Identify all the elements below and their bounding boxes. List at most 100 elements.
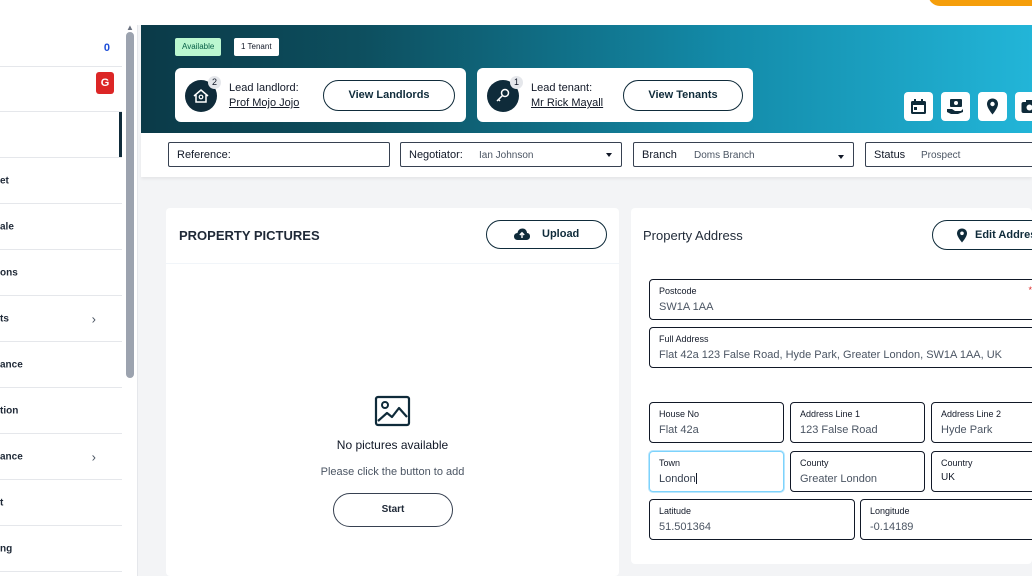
postcode-value: SW1A 1AA — [659, 301, 714, 313]
lead-tenant-card: 1 Lead tenant: Mr Rick Mayall View Tenan… — [477, 68, 753, 122]
sidebar-count-badge: 0 — [103, 42, 110, 54]
sidebar-item-label: ng — [0, 543, 13, 554]
property-pictures-card: PROPERTY PICTURES Upload No pictures ava… — [166, 208, 619, 576]
negotiator-value: Ian Johnson — [479, 150, 534, 161]
chevron-right-icon: › — [91, 311, 96, 326]
pictures-card-header: PROPERTY PICTURES Upload — [166, 208, 619, 264]
sidebar-item-11[interactable]: ng — [0, 526, 122, 572]
latitude-value: 51.501364 — [659, 521, 711, 533]
photos-button[interactable] — [1015, 92, 1032, 121]
upload-button[interactable]: Upload — [486, 220, 607, 249]
tenant-role-label: Lead tenant: — [531, 82, 593, 94]
map-pin-icon — [987, 98, 998, 115]
landlord-name-link[interactable]: Prof Mojo Jojo — [229, 97, 299, 109]
full-address-field[interactable]: Full Address Flat 42a 123 False Road, Hy… — [649, 327, 1032, 368]
sidebar-item-7[interactable]: ance — [0, 342, 122, 388]
full-address-value: Flat 42a 123 False Road, Hyde Park, Grea… — [659, 349, 1003, 361]
top-action-button[interactable] — [928, 0, 1032, 6]
status-badge: Available — [175, 38, 222, 56]
image-placeholder-icon — [374, 395, 411, 427]
latitude-field[interactable]: Latitude 51.501364 — [649, 499, 855, 540]
pictures-title: PROPERTY PICTURES — [179, 228, 320, 243]
calendar-icon — [911, 99, 926, 114]
sidebar-item-label: t — [0, 497, 4, 508]
tenant-name-link[interactable]: Mr Rick Mayall — [531, 97, 603, 109]
negotiator-label: Negotiator: — [409, 149, 463, 161]
sidebar-item-6[interactable]: ts › — [0, 296, 122, 342]
sidebar-item-8[interactable]: tion — [0, 388, 122, 434]
postcode-label: Postcode — [659, 286, 697, 296]
country-value: UK — [941, 472, 955, 483]
scroll-up-arrow-icon[interactable]: ▲ — [126, 24, 134, 32]
edit-address-button[interactable]: Edit Address — [932, 220, 1032, 250]
sidebar-item-label: ance — [0, 451, 23, 462]
country-select[interactable]: Country UK — [931, 451, 1032, 492]
town-field[interactable]: Town London — [649, 451, 784, 492]
sidebar-item-5[interactable]: ons — [0, 250, 122, 296]
sidebar-item-4[interactable]: ale — [0, 204, 122, 250]
county-value: Greater London — [800, 473, 878, 485]
branch-select[interactable]: Branch Doms Branch — [633, 142, 854, 167]
money-hand-icon — [947, 99, 963, 114]
negotiator-select[interactable]: Negotiator: Ian Johnson — [400, 142, 622, 167]
top-bar — [0, 0, 1032, 25]
county-field[interactable]: County Greater London — [790, 451, 925, 492]
calendar-button[interactable] — [904, 92, 933, 121]
app-root: 0 G et ale ons ts › ance tion ance › t n… — [0, 0, 1032, 576]
address-line1-field[interactable]: Address Line 1 123 False Road — [790, 402, 925, 443]
house-no-value: Flat 42a — [659, 424, 699, 436]
longitude-label: Longitude — [870, 506, 910, 516]
address-title: Property Address — [643, 228, 743, 243]
sidebar-item-label: ts — [0, 313, 9, 324]
finance-button[interactable] — [941, 92, 970, 121]
view-landlords-button[interactable]: View Landlords — [323, 80, 455, 111]
no-pictures-subtitle: Please click the button to add — [320, 466, 465, 478]
county-label: County — [800, 458, 829, 468]
sidebar-item-9[interactable]: ance › — [0, 434, 122, 480]
postcode-field[interactable]: Postcode * SW1A 1AA — [649, 279, 1032, 320]
landlord-count: 2 — [208, 76, 221, 89]
country-label: Country — [941, 458, 973, 468]
house-no-field[interactable]: House No Flat 42a — [649, 402, 784, 443]
filter-bar: Reference: Negotiator: Ian Johnson Branc… — [141, 133, 1032, 177]
status-value: Prospect — [921, 150, 961, 161]
status-label: Status — [874, 149, 906, 161]
sidebar-scrollbar[interactable] — [126, 32, 134, 378]
sidebar-item-label: ance — [0, 359, 23, 370]
location-button[interactable] — [978, 92, 1007, 121]
property-header-banner: Available 1 Tenant 2 Lead landlord: Prof… — [141, 25, 1032, 133]
sidebar-item-active[interactable] — [0, 112, 122, 158]
reference-label: Reference: — [177, 149, 231, 161]
longitude-field[interactable]: Longitude -0.14189 — [860, 499, 1032, 540]
cloud-upload-icon — [514, 228, 530, 240]
sidebar-item-3[interactable]: et — [0, 158, 122, 204]
no-pictures-title: No pictures available — [336, 438, 449, 452]
town-input[interactable]: London — [659, 473, 697, 485]
sidebar-item-label: et — [0, 175, 9, 186]
view-tenants-button[interactable]: View Tenants — [623, 80, 743, 111]
town-label: Town — [659, 458, 681, 468]
reference-field[interactable]: Reference: — [168, 142, 390, 167]
sidebar: 0 G et ale ons ts › ance tion ance › t n… — [0, 25, 138, 576]
chevron-right-icon: › — [91, 449, 96, 464]
town-value: London — [659, 473, 696, 485]
caret-down-icon — [606, 153, 612, 157]
start-button[interactable]: Start — [333, 493, 453, 527]
tenant-count: 1 — [510, 76, 523, 89]
address-line2-field[interactable]: Address Line 2 Hyde Park — [931, 402, 1032, 443]
landlord-role-label: Lead landlord: — [229, 82, 299, 94]
sidebar-item-0[interactable]: 0 — [0, 25, 122, 67]
status-select[interactable]: Status Prospect — [865, 142, 1032, 167]
address-line1-value: 123 False Road — [800, 424, 878, 436]
camera-icon — [1021, 100, 1032, 113]
address-line2-label: Address Line 2 — [941, 409, 1002, 419]
house-no-label: House No — [659, 409, 700, 419]
sidebar-item-1[interactable]: G — [0, 67, 122, 112]
caret-down-icon — [838, 155, 844, 159]
lead-landlord-card: 2 Lead landlord: Prof Mojo Jojo View Lan… — [175, 68, 466, 122]
property-address-card: Property Address Edit Address Postcode *… — [631, 208, 1032, 564]
branch-value: Doms Branch — [694, 150, 755, 161]
active-indicator — [119, 112, 122, 157]
sidebar-item-label: tion — [0, 405, 19, 416]
sidebar-item-10[interactable]: t — [0, 480, 122, 526]
